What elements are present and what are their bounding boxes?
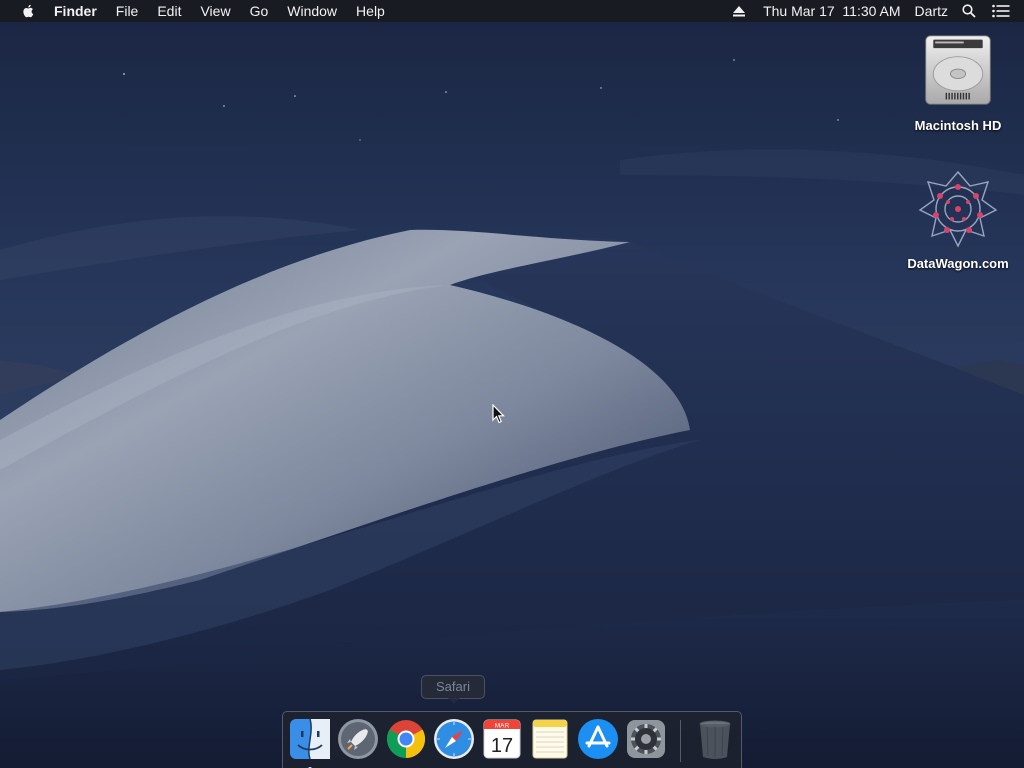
dock-item-calendar[interactable]: MAR 17 [480, 717, 524, 761]
dock-item-chrome[interactable] [384, 717, 428, 761]
desktop-wallpaper [0, 0, 1024, 768]
dock-item-safari[interactable] [432, 717, 476, 761]
dock-tooltip: Safari [421, 675, 485, 704]
chrome-icon [386, 720, 426, 759]
safari-icon [434, 719, 474, 759]
system-preferences-icon [627, 720, 665, 758]
eject-icon[interactable] [733, 5, 746, 17]
desktop-icon-datawagon[interactable]: DataWagon.com [898, 168, 1018, 271]
hard-drive-icon [918, 30, 998, 110]
dock-item-finder[interactable] [288, 717, 332, 768]
dock-item-app-store[interactable] [576, 717, 620, 761]
menu-clock[interactable]: Thu Mar 17 11:30 AM [763, 0, 900, 22]
apple-menu-icon[interactable] [20, 3, 36, 19]
spotlight-search-icon[interactable] [962, 4, 976, 18]
dock-item-launchpad[interactable] [336, 717, 380, 761]
calendar-day-label: 17 [491, 735, 513, 757]
menu-go[interactable]: Go [250, 0, 269, 22]
desktop-icon-label: Macintosh HD [914, 118, 1002, 133]
menu-bar: Finder File Edit View Go Window Help Thu… [0, 0, 1024, 22]
dock-separator [680, 720, 681, 762]
trash-icon [699, 720, 731, 759]
launchpad-icon [338, 719, 378, 759]
menu-extras: Thu Mar 17 11:30 AM Dartz [733, 0, 1024, 22]
desktop-icon-macintosh-hd[interactable]: Macintosh HD [898, 30, 1018, 133]
calendar-icon: MAR 17 [483, 719, 521, 759]
dock: MAR 17 [282, 711, 742, 768]
mouse-pointer-icon [492, 403, 506, 424]
app-store-icon [578, 719, 618, 759]
menu-user[interactable]: Dartz [915, 0, 948, 22]
notes-icon [532, 719, 568, 759]
dock-item-notes[interactable] [528, 717, 572, 761]
menu-app-name[interactable]: Finder [54, 0, 97, 22]
menu-file[interactable]: File [116, 0, 139, 22]
dock-item-trash[interactable] [693, 717, 737, 761]
menu-window[interactable]: Window [287, 0, 337, 22]
finder-icon [290, 718, 330, 760]
calendar-month-label: MAR [495, 723, 510, 730]
dock-item-system-preferences[interactable] [624, 717, 668, 761]
menu-help[interactable]: Help [356, 0, 385, 22]
menu-view[interactable]: View [200, 0, 230, 22]
datawagon-icon [918, 168, 998, 248]
notification-center-icon[interactable] [992, 4, 1010, 18]
desktop-icon-label: DataWagon.com [907, 256, 1009, 271]
menu-edit[interactable]: Edit [157, 0, 181, 22]
